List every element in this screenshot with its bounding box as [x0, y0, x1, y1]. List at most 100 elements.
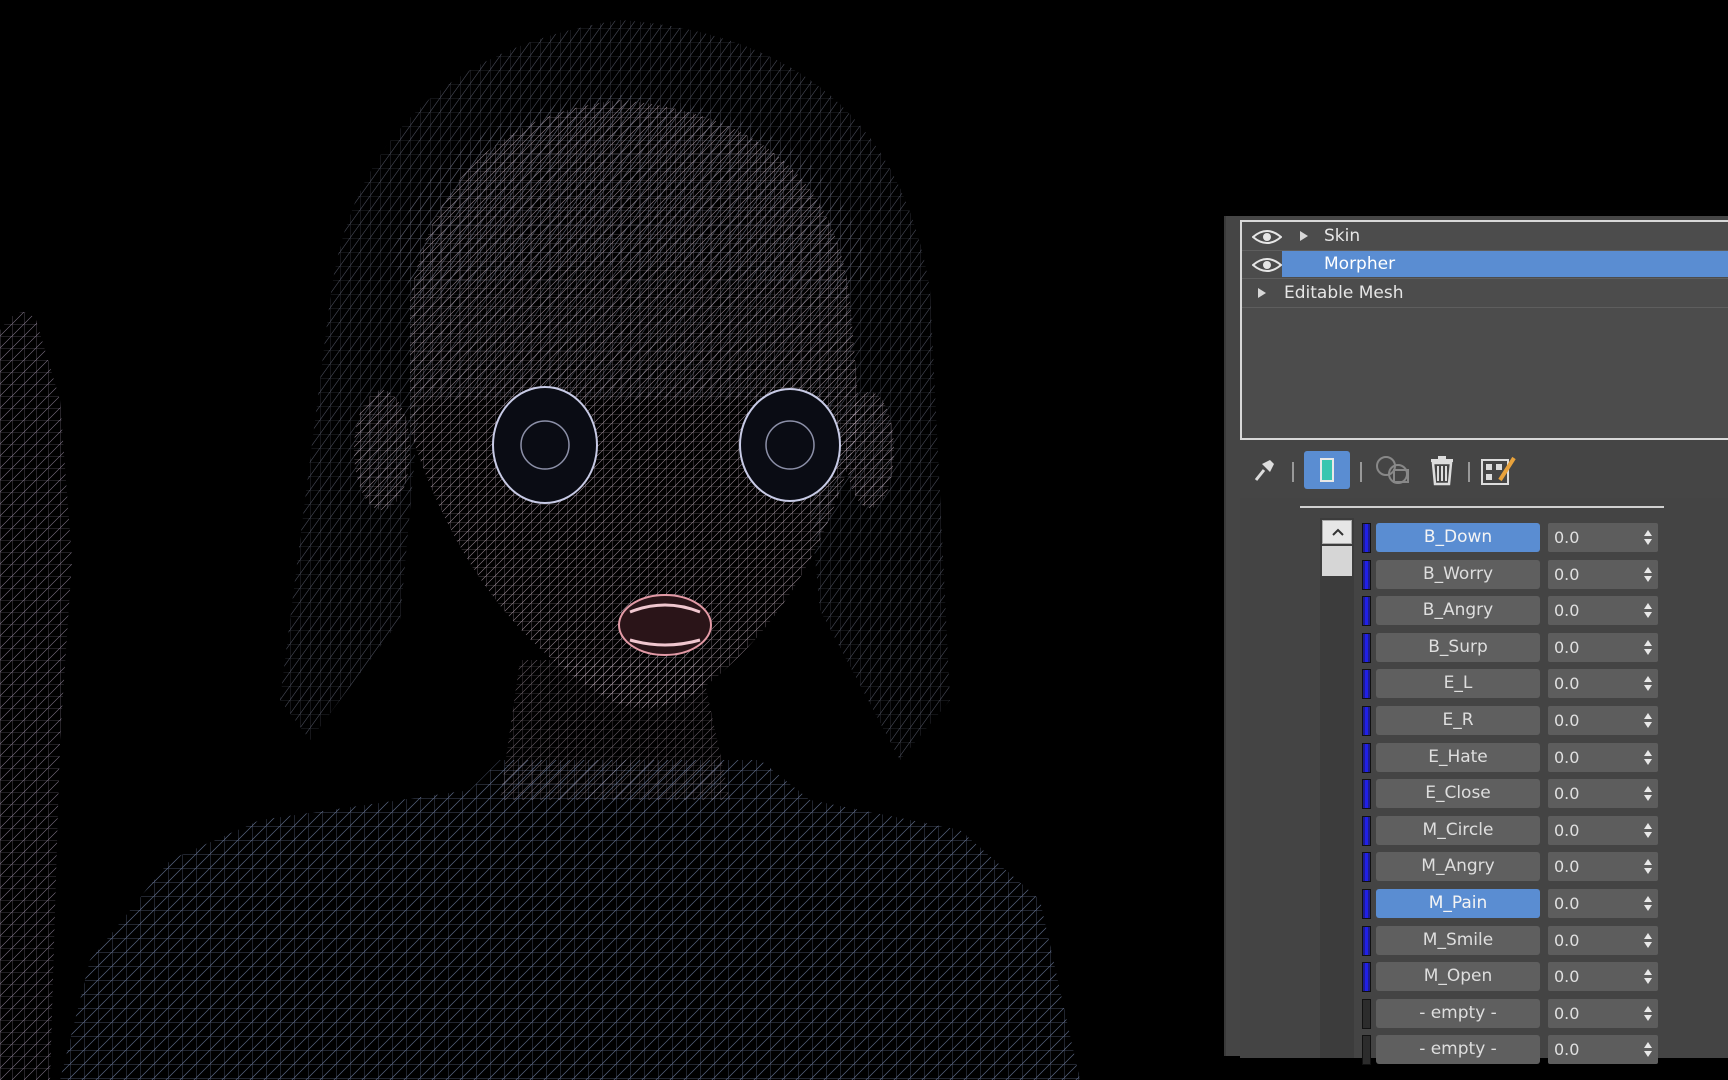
channel-row: M_Pain 0.0	[1362, 886, 1662, 922]
spinner-arrows-icon[interactable]	[1644, 1041, 1652, 1058]
channel-name-button[interactable]: E_Hate	[1376, 742, 1540, 772]
channel-row: M_Smile 0.0	[1362, 923, 1662, 959]
channel-value-spinner[interactable]: 0.0	[1548, 962, 1658, 992]
channel-name-button[interactable]: - empty -	[1376, 1035, 1540, 1065]
channel-value-spinner[interactable]: 0.0	[1548, 742, 1658, 772]
spinner-arrows-icon[interactable]	[1644, 749, 1652, 766]
channel-value: 0.0	[1554, 784, 1580, 804]
channel-value: 0.0	[1554, 894, 1580, 913]
channel-color-swatch	[1362, 1035, 1371, 1066]
spinner-arrows-icon[interactable]	[1644, 566, 1652, 583]
spinner-arrows-icon[interactable]	[1644, 858, 1652, 875]
channel-value-spinner[interactable]: 0.0	[1548, 998, 1658, 1028]
channel-name-button[interactable]: E_L	[1376, 669, 1540, 699]
channel-value-spinner[interactable]: 0.0	[1548, 596, 1658, 626]
scroll-thumb[interactable]	[1322, 546, 1352, 576]
separator	[1292, 462, 1294, 482]
channel-color-swatch	[1362, 596, 1371, 627]
channel-name-button[interactable]: E_Close	[1376, 779, 1540, 809]
channel-value: 0.0	[1554, 967, 1580, 987]
channel-value-spinner[interactable]: 0.0	[1548, 523, 1658, 552]
channel-row: - empty - 0.0	[1362, 1032, 1662, 1068]
spinner-arrows-icon[interactable]	[1644, 712, 1652, 729]
channel-value-spinner[interactable]: 0.0	[1548, 632, 1658, 662]
spinner-arrows-icon[interactable]	[1644, 785, 1652, 802]
channel-value-spinner[interactable]: 0.0	[1548, 815, 1658, 845]
channel-row: E_R 0.0	[1362, 703, 1662, 739]
channel-value: 0.0	[1554, 930, 1580, 950]
channel-name-button[interactable]: M_Smile	[1376, 925, 1540, 955]
channel-name-button[interactable]: M_Open	[1376, 962, 1540, 992]
channel-value: 0.0	[1554, 747, 1580, 767]
stack-item-label: Morpher	[1324, 254, 1396, 274]
stack-item-label: Skin	[1324, 226, 1361, 246]
spinner-arrows-icon[interactable]	[1644, 602, 1652, 619]
channel-value-spinner[interactable]: 0.0	[1548, 779, 1658, 809]
channel-row: M_Circle 0.0	[1362, 813, 1662, 849]
channel-name-button[interactable]: B_Worry	[1376, 559, 1540, 589]
spinner-arrows-icon[interactable]	[1644, 822, 1652, 839]
channel-list: B_Down 0.0 B_Worry 0.0 B_Angry 0.0 B_Surp 0.0 E_…	[1240, 498, 1728, 1066]
channel-color-swatch	[1362, 632, 1371, 663]
remove-modifier-icon[interactable]	[1426, 454, 1458, 486]
separator	[1468, 462, 1470, 482]
channel-value: 0.0	[1554, 637, 1580, 657]
channel-color-swatch	[1362, 815, 1371, 846]
eye-icon[interactable]	[1252, 229, 1282, 245]
channel-row: B_Worry 0.0	[1362, 557, 1662, 593]
show-end-result-button[interactable]	[1304, 451, 1350, 489]
channel-name-button[interactable]: B_Down	[1376, 523, 1540, 552]
pin-stack-icon[interactable]	[1248, 454, 1280, 486]
modify-panel: Skin Morpher Editable Mesh B_Down 0.0 B_…	[1224, 216, 1728, 1066]
channel-name-button[interactable]: M_Pain	[1376, 889, 1540, 918]
channel-color-swatch	[1362, 706, 1371, 736]
channel-color-swatch	[1362, 889, 1371, 919]
spinner-arrows-icon[interactable]	[1644, 529, 1652, 546]
stack-item-morpher[interactable]: Morpher	[1242, 250, 1728, 279]
eye-icon[interactable]	[1252, 257, 1282, 273]
modifier-stack-list[interactable]: Skin Morpher Editable Mesh	[1240, 220, 1728, 440]
channel-color-swatch	[1362, 559, 1371, 590]
channel-name-button[interactable]: M_Angry	[1376, 852, 1540, 882]
channel-color-swatch	[1362, 998, 1371, 1029]
channel-name-button[interactable]: M_Circle	[1376, 815, 1540, 845]
channel-value-spinner[interactable]: 0.0	[1548, 706, 1658, 735]
channel-value: 0.0	[1554, 674, 1580, 694]
stack-item-label: Editable Mesh	[1284, 283, 1404, 303]
stack-item-skin[interactable]: Skin	[1242, 222, 1728, 251]
spinner-arrows-icon[interactable]	[1644, 968, 1652, 985]
channel-name-button[interactable]: B_Angry	[1376, 596, 1540, 626]
channel-value-spinner[interactable]: 0.0	[1548, 852, 1658, 882]
stack-item-editable-mesh[interactable]: Editable Mesh	[1242, 279, 1728, 308]
channel-scrollbar[interactable]	[1320, 518, 1354, 1058]
spinner-arrows-icon[interactable]	[1644, 675, 1652, 692]
scroll-up-button[interactable]	[1322, 520, 1352, 544]
triangle-right-icon[interactable]	[1300, 231, 1308, 241]
channel-row: E_Close 0.0	[1362, 776, 1662, 812]
chevron-up-icon	[1332, 528, 1344, 536]
channel-name-button[interactable]: E_R	[1376, 706, 1540, 735]
channel-value-spinner[interactable]: 0.0	[1548, 889, 1658, 918]
configure-modifier-sets-icon[interactable]	[1480, 454, 1518, 486]
channel-row: B_Down 0.0	[1362, 520, 1662, 556]
channel-value-spinner[interactable]: 0.0	[1548, 669, 1658, 699]
spinner-arrows-icon[interactable]	[1644, 895, 1652, 912]
channel-value: 0.0	[1554, 528, 1580, 547]
channel-row: M_Angry 0.0	[1362, 849, 1662, 885]
spinner-arrows-icon[interactable]	[1644, 1005, 1652, 1022]
channel-color-swatch	[1362, 779, 1371, 810]
channel-row: B_Angry 0.0	[1362, 593, 1662, 629]
channel-value-spinner[interactable]: 0.0	[1548, 559, 1658, 589]
channel-value: 0.0	[1554, 857, 1580, 877]
spinner-arrows-icon[interactable]	[1644, 932, 1652, 949]
triangle-right-icon[interactable]	[1258, 288, 1266, 298]
channel-color-swatch	[1362, 925, 1371, 956]
channel-row: M_Open 0.0	[1362, 959, 1662, 995]
channel-name-button[interactable]: B_Surp	[1376, 632, 1540, 662]
channel-value-spinner[interactable]: 0.0	[1548, 1035, 1658, 1065]
channel-value: 0.0	[1554, 820, 1580, 840]
spinner-arrows-icon[interactable]	[1644, 639, 1652, 656]
channel-name-button[interactable]: - empty -	[1376, 998, 1540, 1028]
channel-value-spinner[interactable]: 0.0	[1548, 925, 1658, 955]
make-unique-icon[interactable]	[1372, 454, 1414, 486]
